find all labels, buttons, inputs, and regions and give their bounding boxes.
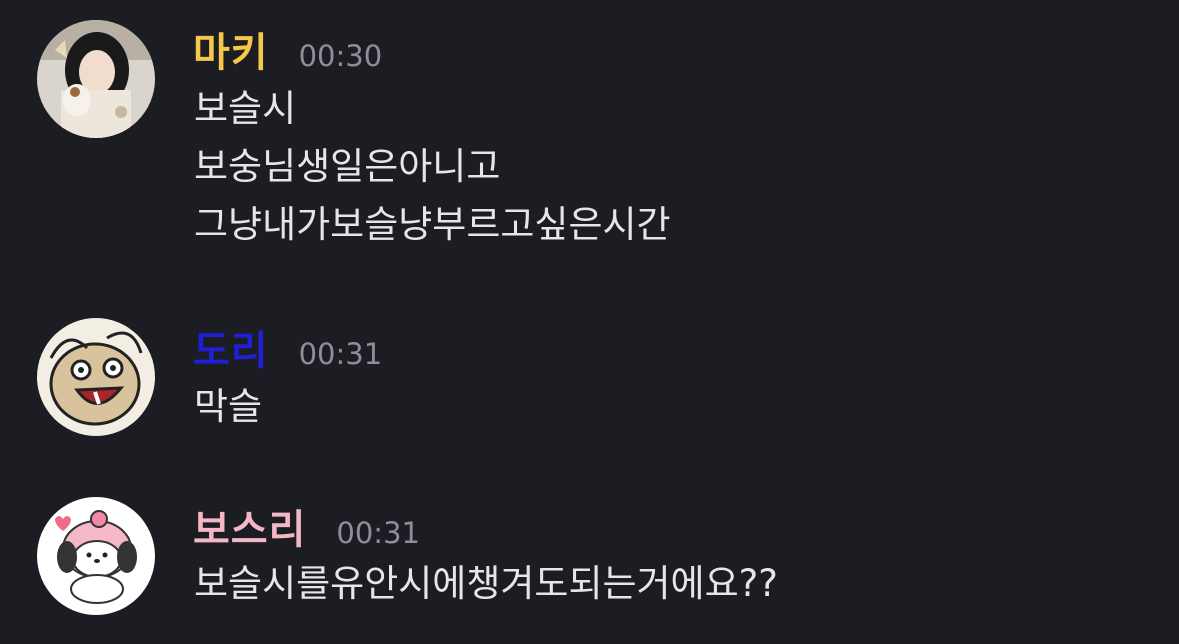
message-line: 그냥내가보슬냥부르고싶은시간 [194,203,671,246]
timestamp: 00:31 [336,516,420,550]
user-avatar-maki[interactable] [37,20,155,138]
message-header: 보스리 00:31 [193,497,420,557]
username[interactable]: 도리 [193,318,269,376]
username[interactable]: 마키 [193,20,269,78]
message-header: 도리 00:31 [193,318,382,378]
message-line: 보슬시 [194,87,297,130]
message-line: 보숭님생일은아니고 [194,145,501,188]
user-avatar-dori[interactable] [37,318,155,436]
message-body: 보슬시를유안시에챙겨도되는거에요?? [194,555,778,613]
message-body: 보슬시 보숭님생일은아니고 그냥내가보슬냥부르고싶은시간 [194,80,671,254]
message-line: 보슬시를유안시에챙겨도되는거에요?? [194,562,778,605]
photo-avatar-icon [37,20,155,138]
timestamp: 00:31 [298,337,383,371]
cartoon-avatar-icon [37,318,155,436]
message-line: 막슬 [194,385,263,428]
message-header: 마키 00:30 [193,20,382,80]
pochacco-avatar-icon [37,497,155,615]
user-avatar-bosri[interactable] [37,497,155,615]
message-body: 막슬 [194,378,262,436]
username[interactable]: 보스리 [193,497,306,555]
timestamp: 00:30 [298,39,383,73]
